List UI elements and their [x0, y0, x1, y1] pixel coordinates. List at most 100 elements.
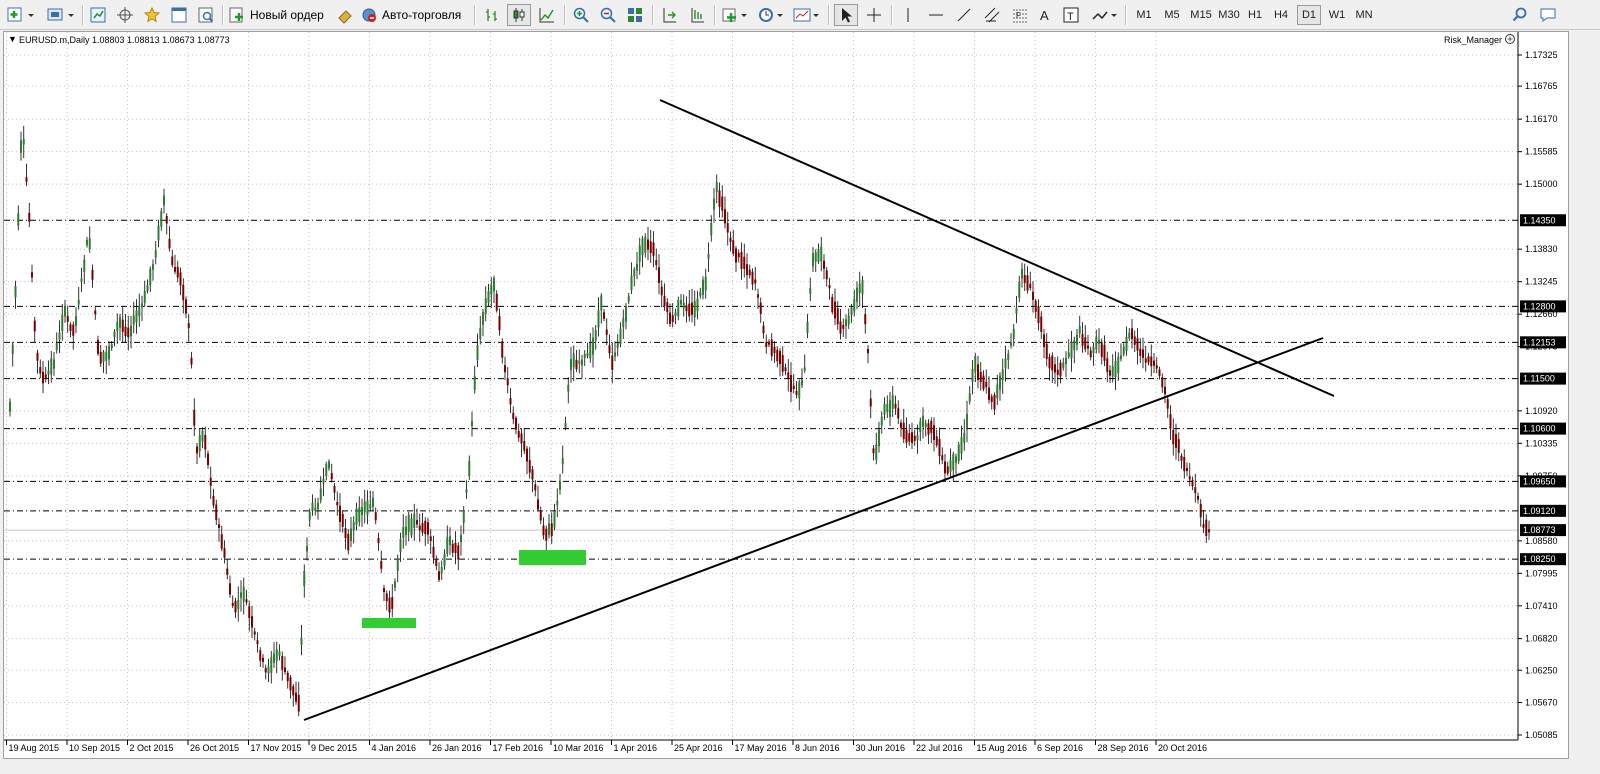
bearish-candle: [124, 326, 127, 337]
timeframe-m15[interactable]: M15: [1187, 5, 1215, 25]
bearish-candle: [768, 341, 770, 345]
bearish-candle: [550, 523, 553, 537]
timeframe-m5[interactable]: M5: [1159, 5, 1185, 25]
descending-trendline[interactable]: [659, 99, 1335, 397]
tile-windows-icon[interactable]: [623, 4, 647, 26]
bearish-candle: [253, 631, 256, 635]
support-highlight-january[interactable]: [362, 618, 416, 628]
auto-trading-button[interactable]: Авто-торговля: [360, 4, 470, 26]
price-tick-label: 1.15000: [1525, 179, 1558, 189]
support-highlight-february[interactable]: [519, 550, 586, 565]
bearish-candle: [218, 524, 220, 528]
periods-clock-icon[interactable]: [755, 4, 787, 26]
timeframe-m30[interactable]: M30: [1215, 5, 1243, 25]
bearish-candle: [99, 351, 102, 364]
bullish-candle: [1078, 326, 1081, 334]
bearish-candle: [795, 390, 798, 396]
timeframe-h4[interactable]: H4: [1269, 5, 1293, 25]
bullish-candle: [644, 236, 647, 253]
bearish-candle: [171, 256, 174, 266]
line-chart-icon[interactable]: [535, 4, 559, 26]
strategy-icon[interactable]: [334, 4, 356, 26]
chart-shift-icon[interactable]: [685, 4, 709, 26]
bullish-candle: [113, 331, 116, 338]
profiles-icon[interactable]: [44, 4, 78, 26]
horizontal-lines-group: [4, 219, 1518, 560]
bearish-candle: [647, 239, 649, 250]
bullish-candle: [616, 342, 619, 348]
strategy-tester-icon[interactable]: [195, 4, 217, 26]
trend-line-icon[interactable]: [952, 4, 976, 26]
bearish-candle: [608, 345, 611, 354]
bearish-candle: [44, 374, 47, 380]
cursor-icon[interactable]: [834, 4, 858, 26]
chart-menu-arrow[interactable]: ▼: [8, 34, 17, 44]
timeframe-d1[interactable]: D1: [1297, 5, 1321, 25]
folder-star-icon[interactable]: [141, 4, 163, 26]
text-label-icon[interactable]: T: [1060, 4, 1082, 26]
bearish-candle: [1183, 456, 1186, 472]
bearish-candle: [748, 269, 751, 276]
zoom-in-icon[interactable]: [569, 4, 593, 26]
timeframe-m1[interactable]: M1: [1131, 5, 1157, 25]
bullish-candle: [1015, 307, 1018, 314]
arrows-dropdown-icon[interactable]: [1087, 4, 1121, 26]
bearish-candle: [542, 525, 545, 536]
bullish-candle: [405, 526, 407, 536]
vertical-line-icon[interactable]: [896, 4, 920, 26]
bullish-candle: [971, 369, 974, 382]
new-order-button[interactable]: Новый ордер: [228, 4, 330, 26]
time-tick-label: 22 Jul 2016: [916, 743, 963, 753]
bullish-candle: [394, 581, 396, 588]
timeframe-w1[interactable]: W1: [1325, 5, 1349, 25]
bullish-candle: [410, 518, 413, 536]
bullish-candle: [479, 328, 482, 340]
bullish-candle: [960, 437, 963, 454]
bullish-candle: [132, 315, 135, 325]
bullish-candle: [680, 299, 682, 305]
horizontal-line-icon[interactable]: [924, 4, 948, 26]
bearish-candle: [176, 266, 179, 278]
ascending-trendline[interactable]: [303, 337, 1324, 721]
bullish-candle: [1111, 366, 1114, 377]
crosshair-icon[interactable]: [862, 4, 886, 26]
bearish-candle: [416, 520, 418, 525]
zoom-out-icon[interactable]: [596, 4, 620, 26]
bullish-candle: [143, 290, 146, 304]
auto-scroll-icon[interactable]: [657, 4, 681, 26]
price-tick-label: 1.05085: [1525, 730, 1558, 740]
bearish-candle: [517, 430, 520, 438]
chat-icon[interactable]: [1536, 4, 1560, 26]
window-edge-area: [1569, 31, 1600, 759]
bullish-candle: [484, 298, 487, 315]
bullish-candle: [919, 421, 922, 432]
bearish-candle: [1043, 334, 1045, 347]
data-window-icon[interactable]: [168, 4, 190, 26]
bearish-candle: [495, 293, 498, 311]
toolbar-separator: [891, 5, 893, 25]
equidistant-channel-icon[interactable]: [980, 4, 1004, 26]
bullish-candle: [300, 637, 303, 645]
new-chart-icon[interactable]: [4, 4, 38, 26]
timeframe-mn[interactable]: MN: [1351, 5, 1377, 25]
bullish-candle: [1012, 329, 1015, 340]
indicators-icon[interactable]: [719, 4, 751, 26]
crosshair-navigator-icon[interactable]: [114, 4, 136, 26]
horizontal-level-tag: 1.08250: [1523, 554, 1556, 564]
bearish-candle: [264, 667, 267, 673]
bar-chart-icon[interactable]: [480, 4, 504, 26]
text-icon[interactable]: A: [1034, 4, 1056, 26]
candlestick-chart-icon[interactable]: [507, 4, 531, 26]
chart-window[interactable]: 1.17325 1.16765 1.16170 1.15585 1.15000 1.138…: [3, 31, 1569, 759]
bearish-candle: [383, 587, 385, 592]
toolbar-separator: [828, 5, 830, 25]
timeframe-h1[interactable]: H1: [1243, 5, 1267, 25]
fibonacci-icon[interactable]: F: [1008, 4, 1032, 26]
search-icon[interactable]: [1508, 4, 1532, 26]
bullish-candle: [130, 325, 132, 337]
market-watch-icon[interactable]: [87, 4, 109, 26]
templates-icon[interactable]: [791, 4, 823, 26]
price-chart[interactable]: 1.17325 1.16765 1.16170 1.15585 1.15000 1.138…: [4, 32, 1568, 758]
risk-manager-icon[interactable]: [1505, 34, 1515, 44]
bearish-candle: [1131, 328, 1133, 340]
